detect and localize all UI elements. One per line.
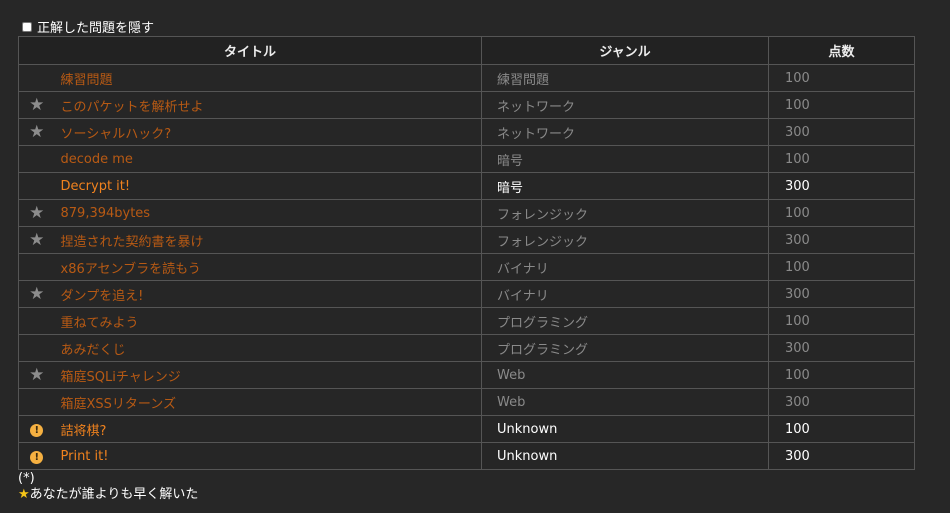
problem-score: 300 <box>768 226 916 254</box>
problem-score: 100 <box>768 415 916 443</box>
table-row[interactable]: decode me 暗号 100 <box>18 145 916 173</box>
problem-title-link[interactable]: 箱庭XSSリターンズ <box>54 388 483 416</box>
problem-title-link[interactable]: 879,394bytes <box>54 199 483 227</box>
problem-title-link[interactable]: Decrypt it! <box>54 172 483 200</box>
star-icon: ★ <box>29 229 45 250</box>
table-row[interactable]: 重ねてみよう プログラミング 100 <box>18 307 916 335</box>
problem-score: 300 <box>768 118 916 146</box>
problem-genre: プログラミング <box>481 334 770 362</box>
exclamation-icon: ! <box>30 450 44 464</box>
table-row[interactable]: 箱庭XSSリターンズ Web 300 <box>18 388 916 416</box>
header-score[interactable]: 点数 <box>768 36 916 65</box>
problem-score: 100 <box>768 64 916 92</box>
problem-score: 100 <box>768 145 916 173</box>
table-row[interactable]: Decrypt it! 暗号 300 <box>18 172 916 200</box>
problem-title-link[interactable]: x86アセンブラを読もう <box>54 253 483 281</box>
table-row[interactable]: ★ 捏造された契約書を暴け フォレンジック 300 <box>18 226 916 254</box>
problem-score: 100 <box>768 199 916 227</box>
star-icon: ★ <box>29 283 45 304</box>
problem-genre: ネットワーク <box>481 118 770 146</box>
footnote: (*) ★あなたが誰よりも早く解いた <box>18 471 914 503</box>
table-header-row: タイトル ジャンル 点数 <box>17 36 916 65</box>
problem-genre: バイナリ <box>481 280 770 308</box>
problem-title-link[interactable]: このパケットを解析せよ <box>54 91 483 119</box>
header-genre[interactable]: ジャンル <box>481 36 770 65</box>
problem-score: 100 <box>768 91 916 119</box>
problem-score: 100 <box>768 307 916 335</box>
row-icon-cell: ★ <box>18 280 55 308</box>
table-row[interactable]: 練習問題 練習問題 100 <box>18 64 916 92</box>
row-icon-cell <box>18 253 55 281</box>
problem-table: タイトル ジャンル 点数 練習問題 練習問題 100 ★ このパケットを解析せよ ネットワ… <box>17 36 916 470</box>
row-icon-cell <box>18 145 55 173</box>
row-icon-cell <box>18 334 55 362</box>
hide-solved-toggle[interactable]: 正解した問題を隠す <box>22 17 914 36</box>
problem-score: 300 <box>768 388 916 416</box>
row-icon-cell <box>18 172 55 200</box>
table-row[interactable]: ! 詰将棋? Unknown 100 <box>18 415 916 443</box>
problem-title-link[interactable]: ソーシャルハック? <box>54 118 483 146</box>
star-icon: ★ <box>29 364 45 385</box>
problem-genre: バイナリ <box>481 253 770 281</box>
row-icon-cell: ★ <box>18 199 55 227</box>
problem-genre: フォレンジック <box>481 226 770 254</box>
star-icon: ★ <box>29 94 45 115</box>
problem-score: 100 <box>768 253 916 281</box>
problem-genre: Unknown <box>481 442 770 470</box>
problem-score: 300 <box>768 280 916 308</box>
problem-genre: Web <box>481 388 770 416</box>
table-row[interactable]: ★ ダンプを追え! バイナリ 300 <box>18 280 916 308</box>
star-icon: ★ <box>29 202 45 223</box>
table-row[interactable]: ★ 879,394bytes フォレンジック 100 <box>18 199 916 227</box>
hide-solved-checkbox[interactable] <box>22 21 32 32</box>
problem-genre: プログラミング <box>481 307 770 335</box>
row-icon-cell: ★ <box>18 226 55 254</box>
table-row[interactable]: ★ ソーシャルハック? ネットワーク 300 <box>18 118 916 146</box>
problem-title-link[interactable]: 捏造された契約書を暴け <box>54 226 483 254</box>
row-icon-cell <box>18 388 55 416</box>
problem-score: 300 <box>768 442 916 470</box>
problem-score: 300 <box>768 334 916 362</box>
problem-score: 100 <box>768 361 916 389</box>
row-icon-cell: ! <box>18 415 55 443</box>
problem-genre: Web <box>481 361 770 389</box>
problem-title-link[interactable]: Print it! <box>54 442 483 470</box>
problem-title-link[interactable]: decode me <box>54 145 483 173</box>
problem-genre: 練習問題 <box>481 64 770 92</box>
table-row[interactable]: ★ このパケットを解析せよ ネットワーク 100 <box>18 91 916 119</box>
problem-genre: フォレンジック <box>481 199 770 227</box>
problem-title-link[interactable]: 詰将棋? <box>54 415 483 443</box>
table-row[interactable]: x86アセンブラを読もう バイナリ 100 <box>18 253 916 281</box>
row-icon-cell <box>18 307 55 335</box>
star-icon: ★ <box>29 121 45 142</box>
table-row[interactable]: ★ 箱庭SQLiチャレンジ Web 100 <box>18 361 916 389</box>
problem-title-link[interactable]: 箱庭SQLiチャレンジ <box>54 361 483 389</box>
footnote-marker: (*) <box>18 471 35 486</box>
problem-title-link[interactable]: 練習問題 <box>54 64 483 92</box>
problem-genre: 暗号 <box>481 172 770 200</box>
problem-title-link[interactable]: ダンプを追え! <box>54 280 483 308</box>
problem-title-link[interactable]: 重ねてみよう <box>54 307 483 335</box>
header-title[interactable]: タイトル <box>17 36 483 65</box>
row-icon-cell <box>18 64 55 92</box>
hide-solved-label: 正解した問題を隠す <box>37 21 155 36</box>
problem-genre: Unknown <box>481 415 770 443</box>
row-icon-cell: ! <box>18 442 55 470</box>
table-row[interactable]: ! Print it! Unknown 300 <box>18 442 916 470</box>
problem-genre: 暗号 <box>481 145 770 173</box>
row-icon-cell: ★ <box>18 118 55 146</box>
row-icon-cell: ★ <box>18 91 55 119</box>
problem-genre: ネットワーク <box>481 91 770 119</box>
problem-title-link[interactable]: あみだくじ <box>54 334 483 362</box>
problem-list-panel: 正解した問題を隠す タイトル ジャンル 点数 練習問題 練習問題 100 ★ このパケッ… <box>17 17 916 503</box>
exclamation-icon: ! <box>30 423 44 437</box>
problem-score: 300 <box>768 172 916 200</box>
table-row[interactable]: あみだくじ プログラミング 300 <box>18 334 916 362</box>
footnote-text: あなたが誰よりも早く解いた <box>29 487 199 502</box>
row-icon-cell: ★ <box>18 361 55 389</box>
star-icon: ★ <box>18 487 30 502</box>
